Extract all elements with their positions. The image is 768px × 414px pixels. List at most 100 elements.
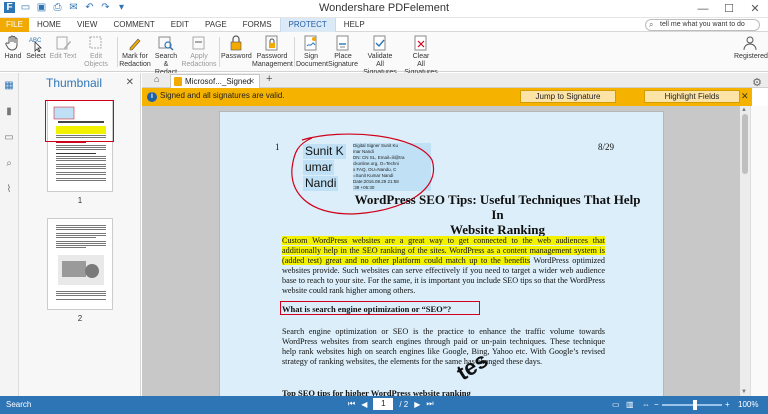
password-button[interactable]: Password bbox=[221, 34, 252, 61]
hand-button[interactable]: Hand bbox=[3, 34, 23, 61]
close-notification-icon[interactable]: ✕ bbox=[741, 91, 749, 102]
comment-icon[interactable]: ▭ bbox=[3, 133, 15, 143]
mark-redaction-button[interactable]: Mark for Redaction bbox=[119, 34, 151, 69]
document-title: WordPress SEO Tips: Useful Techniques Th… bbox=[240, 192, 645, 237]
hand-icon bbox=[4, 34, 22, 52]
password-management-icon bbox=[263, 34, 281, 52]
save-icon[interactable]: ▣ bbox=[36, 2, 47, 13]
status-bar: Search ⏮ ◀ 1 / 2 ▶ ⏭ ▭ ▥ ⇔ − + 100% bbox=[0, 396, 768, 414]
clear-signatures-icon bbox=[412, 34, 430, 52]
hand-label: Hand bbox=[4, 53, 22, 60]
close-icon[interactable]: ✕ bbox=[742, 0, 768, 18]
zoom-level[interactable]: 100% bbox=[738, 400, 758, 409]
quick-access-toolbar: F ▭ ▣ ⎙ ✉ ↶ ↷ ▾ bbox=[4, 2, 127, 13]
search-panel-icon[interactable]: ⌕ bbox=[3, 159, 15, 169]
place-signature-icon bbox=[334, 34, 352, 52]
single-page-view-icon[interactable]: ▭ bbox=[612, 400, 620, 409]
maximize-icon[interactable]: ☐ bbox=[716, 0, 742, 18]
sign-document-button[interactable]: Sign Document bbox=[296, 34, 328, 69]
password-management-button[interactable]: Password Management bbox=[252, 34, 293, 69]
next-page-icon[interactable]: ▶ bbox=[414, 400, 420, 409]
prev-page-icon[interactable]: ◀ bbox=[361, 400, 367, 409]
zoom-out-icon[interactable]: − bbox=[654, 400, 659, 409]
place-signature-button[interactable]: Place Signature bbox=[327, 34, 359, 69]
password-label: Password bbox=[221, 53, 252, 60]
page-number-right: 8/29 bbox=[598, 142, 615, 152]
scroll-down-icon[interactable]: ▼ bbox=[741, 389, 747, 395]
tab-edit[interactable]: EDIT bbox=[163, 18, 197, 32]
attachment-icon[interactable]: ⌇ bbox=[3, 185, 15, 195]
signature-notification-bar: i Signed and all signatures are valid. J… bbox=[142, 88, 752, 106]
tab-file[interactable]: FILE bbox=[0, 17, 29, 32]
bookmark-icon[interactable]: ▮ bbox=[3, 107, 15, 117]
section-heading: What is search engine optimization or “S… bbox=[282, 304, 452, 314]
document-tab[interactable]: Microsof..._Signed ✕ bbox=[170, 74, 260, 88]
thumbnail-panel-icon[interactable]: ▦ bbox=[3, 81, 15, 91]
thumbnail-page-number-2: 2 bbox=[77, 314, 83, 323]
edit-text-icon bbox=[54, 34, 72, 52]
document-tab-label: Microsof..._Signed bbox=[185, 77, 252, 86]
zoom-slider[interactable] bbox=[662, 404, 722, 406]
first-page-icon[interactable]: ⏮ bbox=[348, 399, 355, 409]
right-pane bbox=[750, 106, 768, 396]
lock-icon bbox=[227, 34, 245, 52]
edit-objects-label: Edit Objects bbox=[84, 53, 108, 68]
document-tab-strip: ⌂ Microsof..._Signed ✕ + bbox=[142, 73, 768, 88]
redo-icon[interactable]: ↷ bbox=[100, 2, 111, 13]
apply-redactions-button[interactable]: Apply Redactions bbox=[181, 34, 217, 69]
fit-width-icon[interactable]: ⇔ bbox=[642, 400, 650, 409]
seo-paragraph: Search engine optimization or SEO is the… bbox=[282, 327, 605, 366]
undo-icon[interactable]: ↶ bbox=[84, 2, 95, 13]
tab-forms[interactable]: FORMS bbox=[235, 18, 280, 32]
document-viewer[interactable]: 1 8/29 Sunit K umar Nandi Digital Signer… bbox=[142, 106, 740, 396]
registered-button[interactable]: Registered bbox=[734, 34, 768, 61]
document-title-line-2: Website Ranking bbox=[450, 222, 545, 237]
intro-paragraph: Custom WordPress websites are a great wa… bbox=[282, 236, 605, 296]
scrollbar-thumb[interactable] bbox=[742, 114, 748, 174]
jump-to-signature-button[interactable]: Jump to Signature bbox=[520, 90, 616, 103]
search-icon: ⌕ bbox=[649, 20, 654, 29]
select-icon: ABC bbox=[27, 34, 45, 53]
tab-comment[interactable]: COMMENT bbox=[105, 18, 162, 32]
place-signature-label-1: Place bbox=[334, 53, 352, 60]
thumbnail-title: Thumbnail bbox=[45, 76, 103, 90]
zoom-slider-handle[interactable] bbox=[693, 400, 697, 410]
total-pages: / 2 bbox=[399, 399, 409, 409]
edit-text-button[interactable]: Edit Text bbox=[49, 34, 77, 61]
tab-help[interactable]: HELP bbox=[336, 18, 373, 32]
current-page-input[interactable]: 1 bbox=[373, 398, 394, 410]
tab-page[interactable]: PAGE bbox=[197, 18, 235, 32]
close-tab-icon[interactable]: ✕ bbox=[248, 75, 255, 88]
clear-signatures-button[interactable]: Clear All Signatures bbox=[401, 34, 441, 77]
vertical-scrollbar[interactable]: ▲ ▼ bbox=[740, 106, 750, 396]
search-redact-label-1: Search & bbox=[154, 53, 178, 68]
home-icon[interactable]: ⌂ bbox=[154, 74, 159, 84]
scroll-up-icon[interactable]: ▲ bbox=[741, 107, 747, 113]
open-icon[interactable]: ▭ bbox=[20, 2, 31, 13]
tab-home[interactable]: HOME bbox=[29, 18, 69, 32]
tell-me-input[interactable]: ⌕ tell me what you want to do bbox=[645, 19, 760, 31]
thumbnail-page-2[interactable] bbox=[47, 218, 113, 310]
tab-view[interactable]: VIEW bbox=[69, 18, 105, 32]
tab-protect[interactable]: PROTECT bbox=[279, 17, 336, 32]
last-page-icon[interactable]: ⏭ bbox=[426, 399, 433, 409]
print-icon[interactable]: ⎙ bbox=[52, 2, 63, 13]
add-tab-icon[interactable]: + bbox=[266, 73, 272, 85]
sign-document-label-2: Document bbox=[296, 61, 328, 68]
search-label[interactable]: Search bbox=[6, 400, 31, 409]
customize-icon[interactable]: ▾ bbox=[116, 2, 127, 13]
edit-objects-button[interactable]: Edit Objects bbox=[78, 34, 114, 69]
validate-signatures-button[interactable]: Validate All Signatures bbox=[360, 34, 400, 77]
search-redact-button[interactable]: Search & Redact bbox=[152, 34, 180, 77]
zoom-in-icon[interactable]: + bbox=[725, 400, 730, 409]
email-icon[interactable]: ✉ bbox=[68, 2, 79, 13]
select-button[interactable]: ABC Select bbox=[25, 34, 47, 61]
highlight-fields-button[interactable]: Highlight Fields bbox=[644, 90, 740, 103]
password-management-label-2: Management bbox=[252, 61, 293, 68]
close-panel-icon[interactable]: ✕ bbox=[126, 77, 134, 88]
two-page-view-icon[interactable]: ▥ bbox=[626, 400, 634, 409]
gear-icon[interactable]: ⚙ bbox=[752, 76, 762, 89]
ribbon: Hand ABC Select Edit Text Edit Objects M… bbox=[0, 32, 768, 76]
minimize-icon[interactable]: — bbox=[690, 0, 716, 18]
clear-signatures-label-1: Clear bbox=[412, 53, 430, 60]
